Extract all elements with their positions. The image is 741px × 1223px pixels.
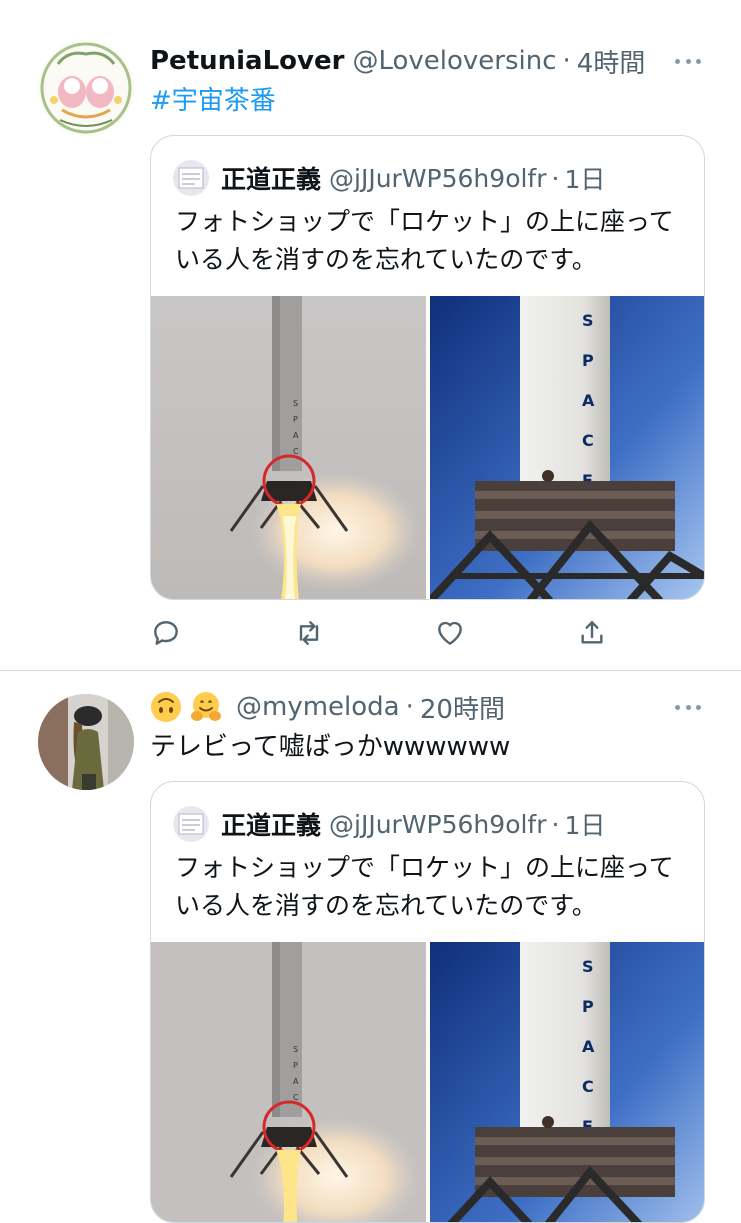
avatar-art	[38, 40, 134, 136]
tweet-header: @mymeloda · 20時間	[150, 687, 691, 727]
more-options-icon[interactable]	[675, 56, 701, 66]
user-handle[interactable]: @Loveloversinc	[352, 46, 556, 76]
separator: ·	[562, 46, 571, 76]
spacex-rocket-closeup-photo[interactable]: S P A C E	[430, 296, 704, 599]
separator: ·	[551, 163, 560, 193]
hugging-face-emoji-icon	[190, 691, 222, 723]
quoted-timestamp: 1日	[564, 811, 606, 840]
quoted-user-handle: @jJJurWP56h9olfr	[329, 163, 547, 193]
tweet-actions	[150, 617, 610, 649]
svg-text:S: S	[582, 311, 594, 330]
display-name[interactable]: PetuniaLover	[150, 46, 344, 76]
quoted-timestamp: 1日	[564, 165, 606, 194]
quoted-display-name: 正道正義	[221, 811, 322, 840]
media-grid: S P A C S P A C E	[151, 942, 704, 1222]
svg-text:C: C	[582, 1077, 594, 1096]
avatar[interactable]	[38, 40, 134, 136]
quoted-tweet[interactable]: 正道正義 @jJJurWP56h9olfr · 1日 フォトショップで「ロケット…	[150, 135, 705, 600]
share-icon[interactable]	[576, 617, 608, 649]
media-grid: S P A C S P A C E	[151, 296, 704, 599]
svg-text:A: A	[293, 431, 299, 440]
upside-down-face-emoji-icon	[150, 691, 182, 723]
quoted-tweet-text: フォトショップで「ロケット」の上に座っている人を消すのを忘れていたのです。	[175, 853, 674, 920]
rocket-landing-photo[interactable]: S P A C	[151, 942, 426, 1222]
reply-icon[interactable]	[150, 617, 182, 649]
svg-text:A: A	[293, 1077, 299, 1086]
svg-text:S: S	[293, 1045, 298, 1054]
avatar-photo	[38, 694, 134, 790]
quoted-tweet-text: フォトショップで「ロケット」の上に座っている人を消すのを忘れていたのです。	[175, 207, 674, 274]
timestamp[interactable]: 4時間	[577, 43, 646, 80]
rocket-landing-photo[interactable]: S P A C	[151, 296, 426, 599]
hashtag-link[interactable]: #宇宙茶番	[150, 83, 276, 119]
spacex-rocket-closeup-photo[interactable]: S P A C E	[430, 942, 704, 1222]
user-handle[interactable]: @mymeloda	[236, 692, 400, 722]
svg-text:A: A	[582, 391, 595, 410]
tweet[interactable]: PetuniaLover @Loveloversinc · 4時間 #宇宙茶番 …	[0, 0, 741, 671]
more-options-icon[interactable]	[675, 702, 701, 712]
quoted-tweet-header: 正道正義 @jJJurWP56h9olfr · 1日	[173, 806, 605, 842]
quoted-user-handle: @jJJurWP56h9olfr	[329, 809, 547, 839]
svg-text:S: S	[293, 399, 298, 408]
retweet-icon[interactable]	[293, 617, 325, 649]
svg-text:A: A	[582, 1037, 595, 1056]
tweet-text: テレビって嘘ばっかwwwwww	[150, 732, 511, 762]
svg-text:C: C	[582, 431, 594, 450]
svg-text:S: S	[582, 957, 594, 976]
quoted-tweet[interactable]: 正道正義 @jJJurWP56h9olfr · 1日 フォトショップで「ロケット…	[150, 781, 705, 1223]
tweet[interactable]: @mymeloda · 20時間 テレビって嘘ばっかwwwwww 正道正義 @j…	[0, 671, 741, 1223]
svg-text:P: P	[293, 1061, 298, 1070]
svg-text:P: P	[293, 415, 298, 424]
separator: ·	[551, 809, 560, 839]
svg-text:C: C	[293, 447, 299, 456]
quoted-display-name: 正道正義	[221, 165, 322, 194]
quoted-tweet-header: 正道正義 @jJJurWP56h9olfr · 1日	[173, 160, 605, 196]
svg-text:P: P	[582, 351, 594, 370]
svg-text:P: P	[582, 997, 594, 1016]
avatar[interactable]	[38, 694, 134, 790]
tweet-header: PetuniaLover @Loveloversinc · 4時間	[150, 41, 691, 81]
timestamp[interactable]: 20時間	[420, 689, 505, 726]
svg-text:C: C	[293, 1093, 299, 1102]
quoted-avatar	[173, 806, 209, 842]
like-icon[interactable]	[434, 617, 466, 649]
separator: ·	[405, 692, 414, 722]
quoted-avatar	[173, 160, 209, 196]
